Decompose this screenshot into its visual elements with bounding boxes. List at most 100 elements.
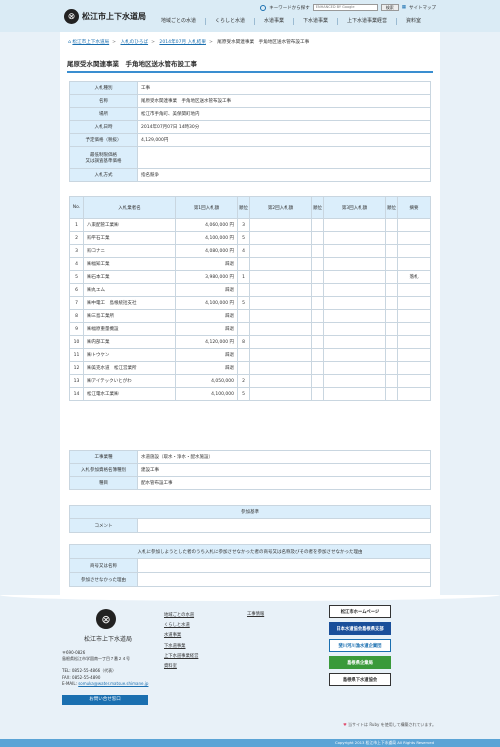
nav-item[interactable]: 下水道事業 xyxy=(292,18,337,25)
bid-no: 7 xyxy=(69,296,84,310)
utility-bar: キーワードから探す ENHANCED BY Google 検索 ▦ サイトマップ xyxy=(260,4,436,11)
nav-item[interactable]: 上下水道事業経営 xyxy=(337,18,396,25)
info-label: 予定価格（税抜） xyxy=(69,133,138,147)
bid-note xyxy=(397,361,431,375)
bidder-name: ㈲コナニ xyxy=(83,244,176,258)
logo-text: 松江市上下水道局 xyxy=(82,12,146,21)
bid-rank-2 xyxy=(311,283,324,297)
col-header: 入札業者名 xyxy=(83,196,176,219)
bid-rank-3 xyxy=(385,231,398,245)
bid-amount-1: 辞退 xyxy=(175,257,238,271)
footer-link[interactable]: 工事情報 xyxy=(247,611,264,617)
bid-rank-1 xyxy=(237,348,250,362)
bid-amount-1: 4,050,000 xyxy=(175,374,238,388)
work-label: 種目 xyxy=(69,476,138,490)
bid-note xyxy=(397,257,431,271)
site-header: ⊗ 松江市上下水道局 キーワードから探す ENHANCED BY Google … xyxy=(0,0,500,32)
bid-amount-3 xyxy=(323,244,386,258)
bid-results-table: No. 入札業者名 第1回入札額 順位 第2回入札額 順位 第3回入札額 順位 … xyxy=(69,196,431,401)
table-row: 参加基準 xyxy=(69,505,431,519)
main-content: ⌂ 松江市上下水道局 > 入札のひろば > 2014年07月 入札結果 > 尾原受水関… xyxy=(60,32,440,595)
banner-link[interactable]: 日本水道協会島根県支部 xyxy=(329,622,391,635)
search-input[interactable]: ENHANCED BY Google xyxy=(312,4,378,11)
email-line: E-MAIL: somuka@water.matsue.shimane.jp xyxy=(62,681,148,687)
bid-rank-2 xyxy=(311,296,324,310)
breadcrumb-link[interactable]: 入札のひろば xyxy=(120,40,148,45)
nav-item[interactable]: くらしと水道 xyxy=(204,18,254,25)
bid-amount-1: 辞退 xyxy=(175,348,238,362)
bid-amount-2 xyxy=(249,283,312,297)
bid-rank-1: 3 xyxy=(237,218,250,232)
bid-rank-1 xyxy=(237,322,250,336)
bid-amount-3 xyxy=(323,374,386,388)
sitemap-icon: ▦ xyxy=(401,5,406,10)
bid-rank-3 xyxy=(385,296,398,310)
city-emblem-icon: ⊗ xyxy=(96,609,116,629)
bid-amount-3 xyxy=(323,270,386,284)
bid-amount-1: 辞退 xyxy=(175,283,238,297)
work-label: 工事業種 xyxy=(69,450,138,464)
breadcrumb-separator: > xyxy=(208,40,213,45)
bid-note xyxy=(397,244,431,258)
bidder-name: ㈱丸エム xyxy=(83,283,176,297)
nonparticipation-heading: 入札に参加しようとした者のうち入札に参加させなかった者の商号又は名称及びその者を… xyxy=(69,544,431,559)
nav-item[interactable]: 地域ごとの水道 xyxy=(152,18,205,25)
email-link[interactable]: somuka@water.matsue.shimane.jp xyxy=(78,681,148,686)
footer-link[interactable]: 資料室 xyxy=(164,662,198,672)
info-label: 最低制限価格 又は調査基準価格 xyxy=(69,146,138,169)
bid-note xyxy=(397,309,431,323)
nav-item[interactable]: 水道事業 xyxy=(253,18,293,25)
banner-link[interactable]: 斐川河川漁水道企業団 xyxy=(329,639,391,652)
bid-amount-1: 4,080,000 円 xyxy=(175,244,238,258)
bid-rank-3 xyxy=(385,335,398,349)
breadcrumb-link[interactable]: 2014年07月 入札結果 xyxy=(159,40,206,45)
breadcrumb-link[interactable]: 松江市上下水道局 xyxy=(72,40,109,45)
bid-rank-1: 5 xyxy=(237,296,250,310)
bid-rank-1: 5 xyxy=(237,231,250,245)
requirement-heading: 参加基準 xyxy=(69,505,431,519)
footer-link[interactable]: くらしと水道 xyxy=(164,621,198,631)
footer-link[interactable]: 水道事業 xyxy=(164,631,198,641)
table-row: 5 ㈱石本工業 3,980,000 円 1 落札 xyxy=(69,270,431,284)
table-row: 入札参加資格名簿種別 建設工事 xyxy=(69,463,431,477)
bid-rank-3 xyxy=(385,361,398,375)
footer-divider xyxy=(0,595,500,601)
bid-rank-2 xyxy=(311,244,324,258)
bid-amount-3 xyxy=(323,361,386,375)
bid-rank-2 xyxy=(311,374,324,388)
bid-amount-3 xyxy=(323,309,386,323)
ruby-note-text: 当サイトは Ruby を使用して構築されています。 xyxy=(348,722,436,727)
footer-link[interactable]: 下水道事業 xyxy=(164,642,198,652)
banner-link[interactable]: 松江市ホームページ xyxy=(329,605,391,618)
table-row: 1 八束配管工業㈱ 4,060,000 円3 xyxy=(69,218,431,232)
table-row: 種目 配水管布設工事 xyxy=(69,476,431,490)
info-value: 2014年07月07日 14時30分 xyxy=(137,120,431,134)
bid-rank-1: 4 xyxy=(237,244,250,258)
table-row: 名称 尾原受水関連事業 手角地区送水管布設工事 xyxy=(69,94,431,108)
contact-button[interactable]: お問い合せ窓口 xyxy=(62,695,148,705)
sitemap-link[interactable]: サイトマップ xyxy=(409,5,436,11)
table-row: 7 ㈱中電工 島根統括支社 4,100,000 円5 xyxy=(69,296,431,310)
site-logo[interactable]: ⊗ 松江市上下水道局 xyxy=(64,9,146,24)
bid-note xyxy=(397,283,431,297)
table-row: 工事業種 水道施設（取水・浄水・配水施設） xyxy=(69,450,431,464)
bidder-name: ㈱福原重量機設 xyxy=(83,322,176,336)
banner-link[interactable]: 島根県下水道協会 xyxy=(329,673,391,686)
bid-amount-1: 3,980,000 円 xyxy=(175,270,238,284)
footer-link[interactable]: 地域ごとの水道 xyxy=(164,611,198,621)
bidder-name: 八束配管工業㈱ xyxy=(83,218,176,232)
footer-link[interactable]: 上下水道事業経営 xyxy=(164,652,198,662)
bid-note xyxy=(397,218,431,232)
table-row: コメント xyxy=(69,518,431,533)
bid-rank-2 xyxy=(311,348,324,362)
bid-rank-1 xyxy=(237,257,250,271)
bid-rank-2 xyxy=(311,270,324,284)
work-value: 配水管布設工事 xyxy=(137,476,431,490)
bid-no: 13 xyxy=(69,374,84,388)
bid-rank-2 xyxy=(311,218,324,232)
bid-note xyxy=(397,348,431,362)
bid-rank-3 xyxy=(385,283,398,297)
banner-link[interactable]: 島根県企業局 xyxy=(329,656,391,669)
nav-item[interactable]: 資料室 xyxy=(396,18,430,25)
search-button[interactable]: 検索 xyxy=(380,4,399,11)
